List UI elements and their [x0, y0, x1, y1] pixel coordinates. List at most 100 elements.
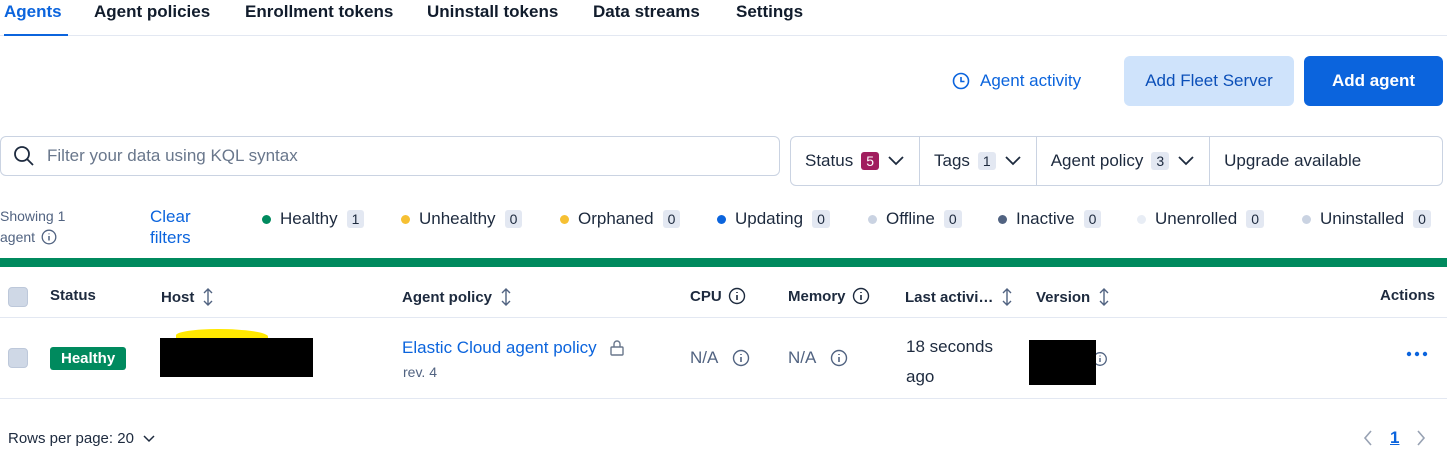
- info-icon[interactable]: [732, 349, 750, 367]
- page-number-button[interactable]: 1: [1390, 428, 1399, 448]
- chevron-down-icon: [1178, 156, 1194, 166]
- agent-activity-button[interactable]: Agent activity: [952, 56, 1112, 106]
- legend-label: Offline: [886, 209, 935, 228]
- legend-count: 0: [1413, 210, 1431, 228]
- tab-data-streams[interactable]: Data streams: [593, 0, 700, 36]
- legend-count: 0: [504, 210, 523, 228]
- clear-filters-link[interactable]: Clear filters: [150, 206, 220, 248]
- legend-label: Orphaned: [578, 209, 654, 228]
- pagination: 1: [1362, 428, 1427, 448]
- chevron-down-icon: [888, 156, 904, 166]
- host-redaction: [160, 338, 313, 377]
- upgrade-available-label: Upgrade available: [1224, 151, 1362, 170]
- sort-icon: [203, 288, 213, 306]
- last-activity-value: 18 seconds ago: [906, 337, 993, 386]
- column-memory-label: Memory: [788, 287, 846, 305]
- column-status-label: Status: [50, 287, 96, 304]
- tags-filter-label: Tags: [934, 151, 970, 170]
- upgrade-available-filter-button[interactable]: Upgrade available: [1210, 137, 1375, 185]
- column-last-activity-label: Last activi…: [905, 288, 994, 306]
- agent-policy-link[interactable]: Elastic Cloud agent policy: [402, 338, 625, 358]
- sort-icon: [1002, 288, 1012, 306]
- sort-icon: [1099, 288, 1109, 306]
- kql-search-input[interactable]: [47, 146, 747, 166]
- kql-search-bar: [0, 136, 780, 176]
- status-dot: [717, 214, 726, 224]
- tab-uninstall-tokens[interactable]: Uninstall tokens: [427, 0, 558, 36]
- column-host[interactable]: Host: [161, 287, 216, 307]
- legend-count: 0: [943, 210, 962, 228]
- tab-settings[interactable]: Settings: [736, 0, 803, 36]
- status-filter-count: 5: [861, 152, 879, 170]
- sort-icon: [501, 288, 511, 306]
- legend-label: Inactive: [1016, 209, 1075, 228]
- clock-icon: [952, 72, 970, 90]
- row-select-checkbox[interactable]: [8, 348, 28, 368]
- status-filter-label: Status: [805, 151, 854, 170]
- legend-count: 0: [1083, 210, 1102, 228]
- info-icon[interactable]: [852, 287, 870, 305]
- column-actions: Actions: [1380, 287, 1435, 304]
- tab-agent-policies[interactable]: Agent policies: [94, 0, 210, 36]
- column-host-label: Host: [161, 288, 195, 306]
- filter-group: Status 5 Tags 1 Agent policy 3 Upgrade a…: [790, 136, 1443, 186]
- tab-bar: Agents Agent policies Enrollment tokens …: [0, 0, 1447, 36]
- status-dot: [401, 214, 410, 224]
- legend-count: 0: [1246, 210, 1265, 228]
- agent-health-bar: [0, 258, 1447, 267]
- status-dot: [868, 214, 877, 224]
- legend-label: Updating: [735, 209, 804, 228]
- agent-activity-label: Agent activity: [980, 71, 1082, 90]
- column-memory: Memory: [788, 287, 870, 305]
- status-filter-button[interactable]: Status 5: [791, 137, 920, 185]
- column-actions-label: Actions: [1380, 287, 1436, 304]
- table-row: Healthy Elastic Cloud agent policy rev. …: [0, 318, 1447, 399]
- search-icon: [14, 146, 34, 166]
- column-cpu-label: CPU: [690, 287, 722, 305]
- status-dot: [1137, 214, 1146, 224]
- tags-filter-button[interactable]: Tags 1: [920, 137, 1037, 185]
- legend-label: Healthy: [280, 209, 338, 228]
- info-icon[interactable]: [728, 287, 746, 305]
- info-icon[interactable]: [41, 229, 57, 245]
- version-redaction: [1029, 340, 1096, 385]
- column-last-activity[interactable]: Last activi…: [905, 287, 1015, 307]
- legend-offline: Offline 0: [868, 208, 962, 230]
- legend-updating: Updating 0: [717, 208, 830, 230]
- column-version[interactable]: Version: [1036, 287, 1112, 307]
- chevron-down-icon: [143, 434, 155, 442]
- memory-value: N/A: [788, 348, 817, 367]
- legend-count: 0: [662, 210, 681, 228]
- legend-label: Unenrolled: [1155, 209, 1238, 228]
- legend-orphaned: Orphaned 0: [560, 208, 681, 230]
- add-agent-button[interactable]: Add agent: [1304, 56, 1443, 106]
- tab-enrollment-tokens[interactable]: Enrollment tokens: [245, 0, 393, 36]
- legend-label: Uninstalled: [1320, 209, 1405, 228]
- add-fleet-server-button[interactable]: Add Fleet Server: [1124, 56, 1294, 106]
- agent-policy-filter-label: Agent policy: [1050, 151, 1144, 170]
- legend-inactive: Inactive 0: [998, 208, 1102, 230]
- rows-per-page-label: Rows per page: 20: [8, 430, 134, 447]
- rows-per-page-button[interactable]: Rows per page: 20: [8, 430, 156, 447]
- status-dot: [1302, 214, 1311, 224]
- info-icon[interactable]: [1095, 351, 1109, 367]
- info-icon[interactable]: [830, 349, 848, 367]
- tab-agents[interactable]: Agents: [4, 0, 68, 36]
- agent-policy-filter-button[interactable]: Agent policy 3: [1037, 137, 1211, 185]
- policy-revision: rev. 4: [403, 364, 437, 380]
- legend-count: 0: [812, 210, 830, 228]
- status-dot: [560, 214, 569, 224]
- column-agent-policy[interactable]: Agent policy: [402, 287, 514, 307]
- status-dot: [998, 214, 1007, 224]
- chevron-left-icon[interactable]: [1362, 429, 1374, 447]
- legend-label: Unhealthy: [419, 209, 496, 228]
- cpu-cell: N/A: [690, 348, 750, 368]
- legend-unenrolled: Unenrolled 0: [1137, 208, 1265, 230]
- chevron-right-icon[interactable]: [1415, 429, 1427, 447]
- memory-cell: N/A: [788, 348, 848, 368]
- column-agent-policy-label: Agent policy: [402, 288, 493, 306]
- status-dot: [262, 214, 271, 224]
- column-status: Status: [50, 287, 96, 304]
- more-actions-icon[interactable]: [1405, 350, 1429, 358]
- select-all-checkbox[interactable]: [8, 287, 28, 307]
